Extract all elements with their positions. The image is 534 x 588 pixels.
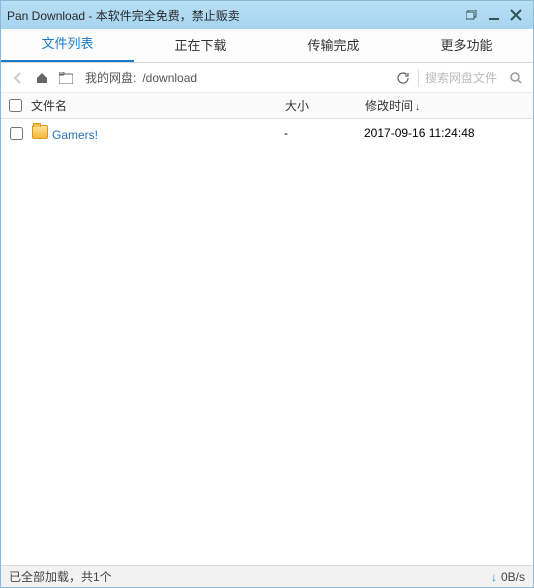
new-folder-icon[interactable] — [57, 69, 75, 87]
table-header: 文件名 大小 修改时间↓ — [1, 93, 533, 119]
restore-icon[interactable] — [461, 6, 483, 24]
file-mtime: 2017-09-16 11:24:48 — [364, 126, 524, 140]
search-input[interactable] — [425, 71, 503, 85]
col-size[interactable]: 大小 — [285, 97, 365, 114]
minimize-icon[interactable] — [483, 6, 505, 24]
file-size: - — [284, 126, 364, 140]
back-icon[interactable] — [9, 69, 27, 87]
select-all-check[interactable] — [9, 99, 31, 112]
window-title: Pan Download - 本软件完全免费，禁止贩卖 — [7, 7, 461, 24]
toolbar: 我的网盘: /download — [1, 63, 533, 93]
file-name[interactable]: Gamers! — [32, 125, 284, 142]
status-text: 已全部加载，共1个 — [9, 568, 112, 585]
refresh-icon[interactable] — [394, 69, 412, 87]
tab-finished[interactable]: 传输完成 — [267, 27, 400, 62]
col-mtime[interactable]: 修改时间↓ — [365, 97, 525, 114]
tab-more[interactable]: 更多功能 — [400, 27, 533, 62]
tab-downloading[interactable]: 正在下载 — [134, 27, 267, 62]
close-icon[interactable] — [505, 6, 527, 24]
sort-desc-icon: ↓ — [415, 102, 420, 113]
download-rate: 0B/s — [501, 570, 525, 584]
download-rate-icon: ↓ — [491, 570, 497, 584]
search-icon[interactable] — [507, 69, 525, 87]
path-value[interactable]: /download — [142, 71, 388, 85]
search-box — [418, 69, 525, 87]
col-name[interactable]: 文件名 — [31, 97, 285, 114]
row-check[interactable] — [10, 127, 32, 140]
status-bar: 已全部加载，共1个 ↓ 0B/s — [1, 565, 533, 587]
table-row[interactable]: Gamers! - 2017-09-16 11:24:48 — [2, 120, 532, 146]
file-list: Gamers! - 2017-09-16 11:24:48 — [2, 120, 532, 565]
tab-file-list[interactable]: 文件列表 — [1, 25, 134, 62]
folder-icon — [32, 125, 48, 139]
path-label: 我的网盘: — [85, 69, 136, 86]
tab-bar: 文件列表 正在下载 传输完成 更多功能 — [1, 29, 533, 63]
home-icon[interactable] — [33, 69, 51, 87]
